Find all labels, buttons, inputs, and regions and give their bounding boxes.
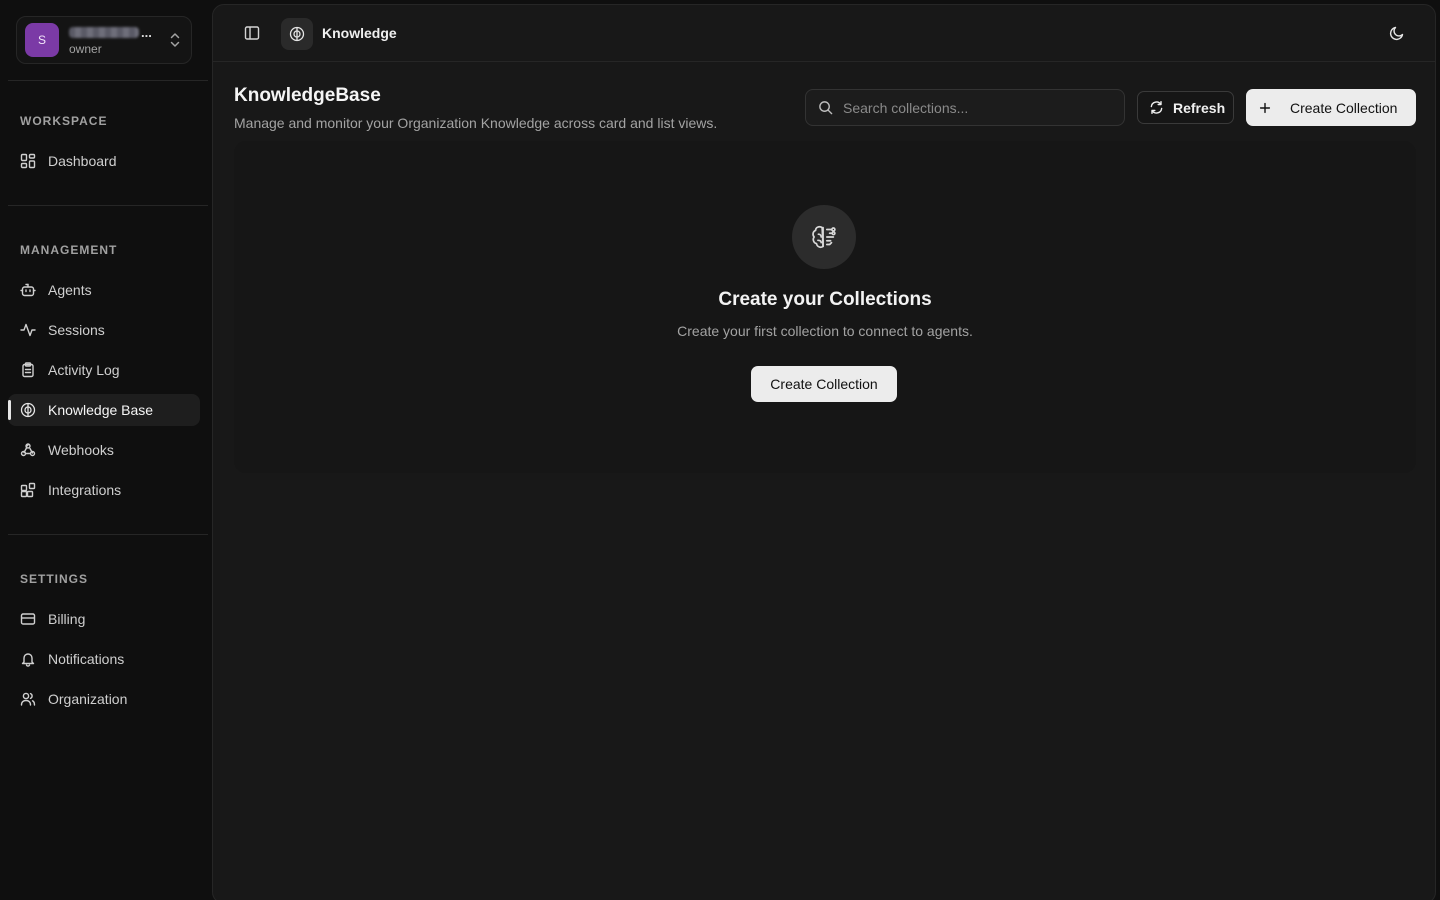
panel-left-icon — [244, 26, 260, 40]
sidebar-divider — [8, 534, 208, 535]
sidebar-item-label: Organization — [48, 691, 128, 707]
activity-icon — [20, 323, 36, 337]
sidebar-item-agents[interactable]: Agents — [8, 274, 200, 306]
section-title-workspace: WORKSPACE — [20, 114, 108, 128]
create-collection-label: Create Collection — [1290, 99, 1398, 116]
sidebar-item-notifications[interactable]: Notifications — [8, 643, 200, 675]
breadcrumb: Knowledge — [322, 25, 397, 41]
sidebar-item-organization[interactable]: Organization — [8, 683, 200, 715]
credit-card-icon — [20, 613, 36, 625]
sidebar: S ... owner WORKSPACE Dashboard MANAGEME… — [0, 0, 212, 900]
sidebar-item-label: Dashboard — [48, 153, 117, 169]
search-icon — [819, 101, 833, 115]
org-info: ... owner — [69, 25, 167, 56]
moon-icon — [1389, 26, 1404, 41]
theme-toggle-button[interactable] — [1383, 19, 1411, 47]
org-name: ... — [69, 25, 167, 41]
sidebar-item-webhooks[interactable]: Webhooks — [8, 434, 200, 466]
section-title-settings: SETTINGS — [20, 572, 89, 586]
page-title: KnowledgeBase — [234, 85, 381, 106]
clipboard-icon — [22, 362, 34, 378]
org-name-ellipsis: ... — [141, 24, 152, 40]
sidebar-item-label: Knowledge Base — [48, 402, 154, 418]
sidebar-item-dashboard[interactable]: Dashboard — [8, 145, 200, 177]
app-window: S ... owner WORKSPACE Dashboard MANAGEME… — [0, 0, 1440, 900]
empty-state-icon — [792, 205, 856, 269]
toggle-sidebar-button[interactable] — [238, 19, 266, 47]
sidebar-item-activity-log[interactable]: Activity Log — [8, 354, 200, 386]
brain-icon — [20, 402, 36, 418]
webhook-icon — [20, 443, 36, 457]
empty-state-create-button[interactable]: Create Collection — [751, 366, 897, 402]
plus-icon — [1259, 102, 1271, 113]
brain-circuit-icon — [812, 225, 836, 249]
refresh-icon — [1150, 100, 1163, 115]
empty-state-subtitle: Create your first collection to connect … — [677, 323, 973, 339]
sidebar-divider — [8, 80, 208, 81]
brain-icon — [289, 26, 305, 42]
search-box[interactable] — [805, 89, 1125, 126]
sidebar-item-integrations[interactable]: Integrations — [8, 474, 200, 506]
bell-icon — [21, 653, 35, 667]
empty-state-title: Create your Collections — [718, 289, 932, 310]
sidebar-item-sessions[interactable]: Sessions — [8, 314, 200, 346]
create-collection-button[interactable]: Create Collection — [1246, 89, 1416, 126]
refresh-label: Refresh — [1173, 99, 1226, 116]
org-role: owner — [69, 41, 102, 56]
sidebar-item-knowledge-base[interactable]: Knowledge Base — [8, 394, 200, 426]
org-name-redacted — [69, 27, 139, 38]
sidebar-item-label: Sessions — [48, 322, 105, 338]
sidebar-item-label: Agents — [48, 282, 92, 298]
section-title-management: MANAGEMENT — [20, 243, 118, 257]
empty-state-card: Create your Collections Create your firs… — [234, 141, 1416, 473]
refresh-button[interactable]: Refresh — [1137, 91, 1234, 124]
org-switcher[interactable]: S ... owner — [16, 16, 192, 64]
sidebar-item-label: Integrations — [48, 482, 122, 498]
page-subtitle: Manage and monitor your Organization Kno… — [234, 115, 718, 131]
sidebar-item-label: Webhooks — [48, 442, 114, 458]
chevrons-up-down-icon — [170, 33, 180, 47]
org-avatar: S — [25, 23, 59, 57]
dashboard-icon — [20, 153, 36, 169]
users-icon — [20, 692, 36, 706]
breadcrumb-icon — [281, 18, 313, 50]
bot-icon — [20, 283, 36, 297]
top-bar: Knowledge — [213, 5, 1435, 62]
sidebar-item-label: Activity Log — [48, 362, 120, 378]
search-input[interactable] — [843, 99, 1103, 116]
sidebar-item-label: Notifications — [48, 651, 125, 667]
sidebar-item-label: Billing — [48, 611, 86, 627]
sidebar-divider — [8, 205, 208, 206]
sidebar-item-billing[interactable]: Billing — [8, 603, 200, 635]
main-panel: Knowledge KnowledgeBase Manage and monit… — [212, 4, 1436, 900]
blocks-icon — [20, 482, 36, 498]
